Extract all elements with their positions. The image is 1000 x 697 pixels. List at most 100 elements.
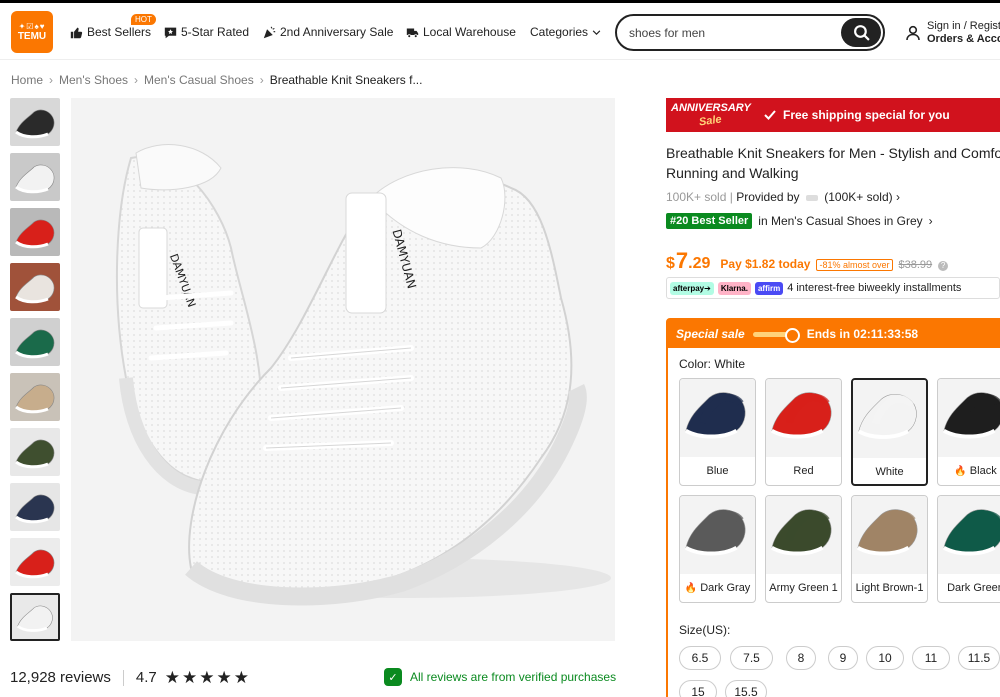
sneaker-thumbnail-image (10, 263, 60, 311)
star-rating: ★ ★ ★ ★ ★ (165, 669, 249, 686)
search-button[interactable] (841, 18, 881, 47)
best-seller-row[interactable]: #20 Best Seller in Men's Casual Shoes in… (666, 213, 933, 229)
provided-by-label: Provided by (736, 190, 800, 204)
color-name: Light Brown-1 (855, 582, 924, 594)
size-option[interactable]: 15 (679, 680, 717, 697)
temu-logo[interactable]: ✦☑♠♥ TEMU (11, 11, 53, 53)
color-option-label: Blue (680, 465, 755, 477)
half-star-icon: ★ (233, 668, 250, 687)
color-option-image (853, 380, 926, 458)
truck-icon (406, 27, 419, 38)
account-menu[interactable]: Sign in / Register Orders & Account (905, 20, 1000, 46)
color-option[interactable]: Red (765, 378, 842, 486)
review-count: 12,928 reviews (10, 669, 111, 686)
color-option[interactable]: 🔥 Dark Gray (679, 495, 756, 603)
color-option-label: Army Green 1 (766, 582, 841, 594)
nav-categories[interactable]: Categories (530, 25, 601, 39)
anniversary-sale-badge: ANNIVERSARY Sale (669, 100, 759, 130)
product-thumbnail[interactable] (10, 263, 60, 311)
provider-sold: (100K+ sold) (824, 190, 893, 204)
size-option[interactable]: 7.5 (730, 646, 773, 670)
product-thumbnail[interactable] (10, 318, 60, 366)
klarna-logo: Klarna. (717, 281, 751, 295)
flame-icon: 🔥 (684, 583, 698, 594)
product-thumbnail[interactable] (10, 538, 60, 586)
countdown-timer: Ends in 02:11:33:58 (806, 327, 919, 341)
sneaker-thumbnail-image (10, 98, 60, 146)
price-cents: .29 (688, 255, 711, 272)
breadcrumb-separator: › (134, 73, 139, 87)
nav-five-star[interactable]: 5-Star Rated (164, 25, 249, 39)
verified-text: All reviews are from verified purchases (410, 670, 617, 684)
color-option-label: Dark Green (938, 582, 1000, 594)
reviews-summary[interactable]: 12,928 reviews 4.7 ★ ★ ★ ★ ★ (10, 669, 249, 686)
color-name: Dark Gray (700, 582, 751, 594)
sneaker-thumbnail-image (10, 483, 60, 531)
shield-check-icon: ✓ (384, 668, 402, 686)
color-option[interactable]: Dark Green (937, 495, 1000, 603)
star-icon: ★ (182, 668, 198, 687)
breadcrumb-home[interactable]: Home (11, 73, 43, 87)
thumbs-up-icon (70, 27, 83, 38)
installments-text: 4 interest-free biweekly installments (787, 282, 962, 294)
breadcrumb-casual-shoes[interactable]: Men's Casual Shoes (144, 73, 254, 87)
search-input[interactable] (629, 24, 829, 42)
product-thumbnail[interactable] (10, 373, 60, 421)
check-icon (764, 110, 776, 120)
color-option-image (852, 496, 927, 574)
sneaker-thumbnail-image (10, 318, 60, 366)
white-sneaker-illustration: DAMYUAN DAMYUAN (115, 144, 611, 606)
size-option[interactable]: 9 (828, 646, 858, 670)
size-option[interactable]: 11.5 (958, 646, 1000, 670)
nav-label: Best Sellers (87, 25, 152, 39)
provided-by-link[interactable]: Provided by (100K+ sold) › (736, 190, 900, 204)
anniversary-text: ANNIVERSARY (671, 102, 751, 114)
product-thumbnail[interactable] (10, 593, 60, 641)
chevron-right-icon: › (895, 190, 900, 204)
color-option-image (766, 379, 841, 457)
installments-row[interactable]: afterpay➔ Klarna. affirm 4 interest-free… (666, 277, 1000, 299)
afterpay-logo: afterpay➔ (670, 281, 714, 295)
product-thumbnail[interactable] (10, 153, 60, 201)
price-row: $ 7 .29 Pay $1.82 today -81% almost over… (666, 248, 949, 274)
size-option[interactable]: 6.5 (679, 646, 721, 670)
info-icon[interactable]: ? (938, 261, 949, 271)
color-option-image (938, 496, 1000, 574)
nav-anniversary-sale[interactable]: 2nd Anniversary Sale (263, 25, 393, 39)
store-logo-icon (805, 194, 818, 201)
nav-local-warehouse[interactable]: Local Warehouse (406, 25, 516, 39)
color-option[interactable]: White (851, 378, 928, 486)
pay-today: Pay $1.82 today (720, 257, 811, 271)
free-shipping-text: Free shipping special for you (783, 108, 950, 122)
title-line-2: Running and Walking (666, 165, 799, 181)
color-option[interactable]: 🔥 Black (937, 378, 1000, 486)
countdown-progress-bar (752, 327, 800, 343)
color-label: Color: White (679, 357, 746, 371)
product-main-image[interactable]: DAMYUAN DAMYUAN (71, 98, 615, 641)
color-option-image (680, 496, 755, 574)
search-icon (853, 25, 870, 41)
product-thumbnail[interactable] (10, 483, 60, 531)
color-option-image (680, 379, 755, 457)
size-option[interactable]: 8 (786, 646, 816, 670)
color-option-label: White (853, 466, 926, 478)
flame-icon: 🔥 (954, 466, 967, 477)
color-option-label: 🔥 Black (938, 465, 1000, 477)
product-thumbnail[interactable] (10, 428, 60, 476)
star-chat-icon (164, 27, 177, 38)
chevron-right-icon: › (928, 214, 933, 228)
anniversary-banner: ANNIVERSARY Sale Free shipping special f… (666, 98, 1000, 132)
sneaker-thumbnail-image (10, 373, 60, 421)
color-option[interactable]: Blue (679, 378, 756, 486)
product-thumbnail[interactable] (10, 208, 60, 256)
color-option[interactable]: Army Green 1 (765, 495, 842, 603)
size-option[interactable]: 10 (866, 646, 904, 670)
original-price: $38.99 (898, 259, 933, 271)
product-thumbnail[interactable] (10, 98, 60, 146)
size-option[interactable]: 15.5 (725, 680, 767, 697)
breadcrumb-mens-shoes[interactable]: Men's Shoes (59, 73, 128, 87)
color-option[interactable]: Light Brown-1 (851, 495, 928, 603)
nav-best-sellers[interactable]: Best Sellers (70, 25, 151, 39)
verified-purchases-note: ✓ All reviews are from verified purchase… (384, 668, 616, 686)
size-option[interactable]: 11 (912, 646, 950, 670)
